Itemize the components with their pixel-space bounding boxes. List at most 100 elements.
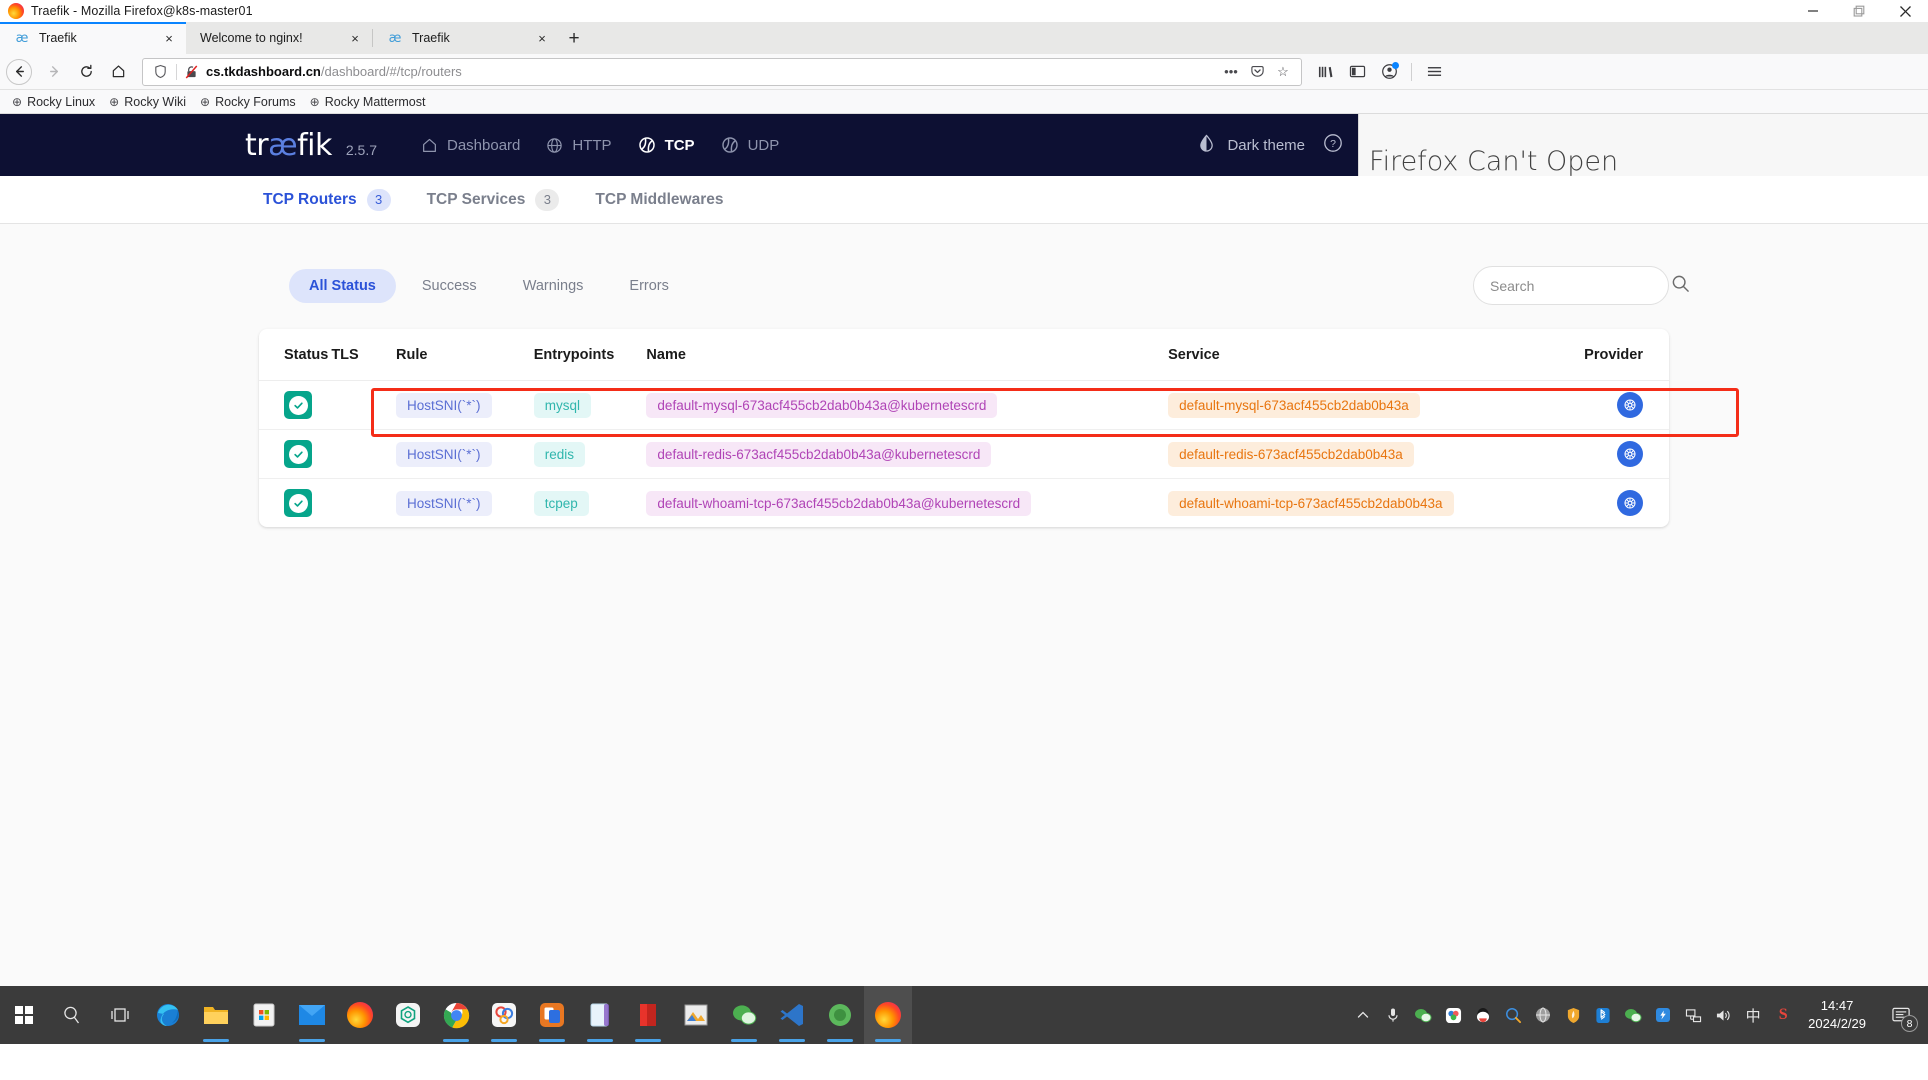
clock-time: 14:47 <box>1820 998 1854 1014</box>
bookmark-star-icon[interactable]: ☆ <box>1271 60 1295 84</box>
reload-icon[interactable] <box>70 57 102 87</box>
taskbar-app-xshell[interactable] <box>816 986 864 1044</box>
taskbar-app-microsoft-edge[interactable] <box>144 986 192 1044</box>
url-bar[interactable]: cs.tkdashboard.cn/dashboard/#/tcp/router… <box>142 57 1302 86</box>
filter-warnings[interactable]: Warnings <box>503 269 604 303</box>
taskbar-app-google-chrome[interactable] <box>432 986 480 1044</box>
search-input[interactable] <box>1490 277 1671 294</box>
tab-close-icon[interactable]: × <box>533 29 551 47</box>
task-view-icon[interactable] <box>96 986 144 1044</box>
bookmark-rocky-mattermost[interactable]: ⊕ Rocky Mattermost <box>304 93 432 111</box>
cell-provider <box>1544 479 1669 528</box>
account-notification-dot <box>1392 61 1399 69</box>
filter-errors[interactable]: Errors <box>609 269 688 303</box>
table-row[interactable]: HostSNI(`*`) tcpep default-whoami-tcp-67… <box>259 479 1669 528</box>
search-tool-icon[interactable] <box>1498 986 1528 1044</box>
new-tab-button[interactable]: + <box>559 24 589 54</box>
browser-tab-2[interactable]: Welcome to nginx! × <box>186 22 372 54</box>
wechat-tray-icon[interactable] <box>1408 986 1438 1044</box>
taskbar-app-firefox[interactable] <box>336 986 384 1044</box>
bookmark-rocky-wiki[interactable]: ⊕ Rocky Wiki <box>103 93 192 111</box>
nav-label: Dashboard <box>447 136 521 154</box>
broken-lock-icon[interactable] <box>182 64 200 80</box>
show-hidden-icons-icon[interactable] <box>1348 986 1378 1044</box>
taskbar-app-file-explorer[interactable] <box>192 986 240 1044</box>
nav-item-udp[interactable]: UDP <box>721 136 779 154</box>
security-shield-icon[interactable] <box>1558 986 1588 1044</box>
traefik-logo[interactable]: træfik 2.5.7 <box>245 128 377 163</box>
taskbar-app-mail[interactable] <box>288 986 336 1044</box>
nav-item-dashboard[interactable]: Dashboard <box>421 137 520 154</box>
tab-tcp-routers[interactable]: TCP Routers 3 <box>245 176 409 224</box>
table-row[interactable]: HostSNI(`*`) redis default-redis-673acf4… <box>259 429 1669 479</box>
bluetooth-icon[interactable] <box>1588 986 1618 1044</box>
search-icon[interactable] <box>1671 274 1690 298</box>
taskbar-app-pdf-reader[interactable] <box>624 986 672 1044</box>
dingtalk-icon[interactable] <box>1648 986 1678 1044</box>
traefik-subtabs: TCP Routers 3 TCP Services 3 TCP Middlew… <box>0 176 1928 224</box>
tab-label: TCP Middlewares <box>595 190 724 208</box>
cell-tls <box>331 479 396 528</box>
tab-close-icon[interactable]: × <box>346 29 364 47</box>
action-center-icon[interactable]: 8 <box>1880 986 1922 1044</box>
filter-all-status[interactable]: All Status <box>289 268 396 303</box>
page-actions-icon[interactable]: ••• <box>1219 60 1243 84</box>
tab-tcp-middlewares[interactable]: TCP Middlewares <box>577 176 741 224</box>
table-row[interactable]: HostSNI(`*`) mysql default-mysql-673acf4… <box>259 380 1669 430</box>
account-icon[interactable] <box>1374 58 1404 86</box>
taskbar-search-icon[interactable] <box>48 986 96 1044</box>
close-button[interactable] <box>1882 0 1928 22</box>
cloud-sync-icon[interactable] <box>1438 986 1468 1044</box>
service-pill: default-whoami-tcp-673acf455cb2dab0b43a <box>1168 490 1454 516</box>
bookmarks-toolbar: ⊕ Rocky Linux ⊕ Rocky Wiki ⊕ Rocky Forum… <box>0 90 1928 114</box>
filter-bar: All Status Success Warnings Errors <box>259 266 1689 305</box>
library-icon[interactable] <box>1310 58 1340 86</box>
volume-icon[interactable] <box>1708 986 1738 1044</box>
taskbar-app-wechat[interactable] <box>720 986 768 1044</box>
qq-icon[interactable] <box>1468 986 1498 1044</box>
sogou-icon[interactable]: S <box>1768 986 1798 1044</box>
nav-label: TCP <box>664 136 695 154</box>
globe-tray-icon[interactable] <box>1528 986 1558 1044</box>
taskbar-app-chatgpt[interactable] <box>384 986 432 1044</box>
pocket-icon[interactable] <box>1245 60 1269 84</box>
tracking-shield-icon[interactable] <box>149 64 171 79</box>
taskbar-app-microsoft-store[interactable] <box>240 986 288 1044</box>
bookmark-rocky-linux[interactable]: ⊕ Rocky Linux <box>6 93 101 111</box>
taskbar-app-vscode[interactable] <box>768 986 816 1044</box>
forward-icon[interactable] <box>38 57 70 87</box>
udp-icon <box>721 136 739 154</box>
filter-success[interactable]: Success <box>402 269 497 303</box>
page-viewport: træfik 2.5.7 Dashboard HTTP TCP UDP Dark… <box>0 114 1928 1044</box>
browser-tab-3[interactable]: æ Traefik × <box>373 22 559 54</box>
tab-close-icon[interactable]: × <box>160 29 178 47</box>
nav-item-tcp[interactable]: TCP <box>638 136 695 154</box>
taskbar-app-firefox-active[interactable] <box>864 986 912 1044</box>
globe-icon: ⊕ <box>109 94 120 109</box>
ime-icon[interactable]: 中 <box>1738 986 1768 1044</box>
taskbar-app-xmind[interactable] <box>480 986 528 1044</box>
taskbar-app-onenote[interactable] <box>576 986 624 1044</box>
taskbar-app-copy-translator[interactable] <box>528 986 576 1044</box>
taskbar-clock[interactable]: 14:47 2024/2/29 <box>1798 986 1880 1044</box>
nav-item-http[interactable]: HTTP <box>546 137 612 154</box>
hamburger-menu-icon[interactable] <box>1419 58 1449 86</box>
browser-tab-1[interactable]: æ Traefik × <box>0 22 186 54</box>
dark-theme-toggle[interactable]: Dark theme <box>1198 134 1305 157</box>
traefik-favicon-icon: æ <box>388 30 402 46</box>
minimize-button[interactable] <box>1790 0 1836 22</box>
windows-start-icon[interactable] <box>0 986 48 1044</box>
microphone-icon[interactable] <box>1378 986 1408 1044</box>
bookmark-rocky-forums[interactable]: ⊕ Rocky Forums <box>194 93 302 111</box>
back-icon[interactable] <box>6 58 32 85</box>
home-icon[interactable] <box>102 57 134 87</box>
wechat-work-icon[interactable] <box>1618 986 1648 1044</box>
help-icon[interactable]: ? <box>1323 133 1343 158</box>
tab-tcp-services[interactable]: TCP Services 3 <box>409 176 578 224</box>
taskbar-app-snipaste[interactable] <box>672 986 720 1044</box>
search-box[interactable] <box>1473 266 1689 305</box>
sidebar-icon[interactable] <box>1342 58 1372 86</box>
tab-title: Welcome to nginx! <box>200 31 303 45</box>
network-icon[interactable] <box>1678 986 1708 1044</box>
maximize-restore-button[interactable] <box>1836 0 1882 22</box>
